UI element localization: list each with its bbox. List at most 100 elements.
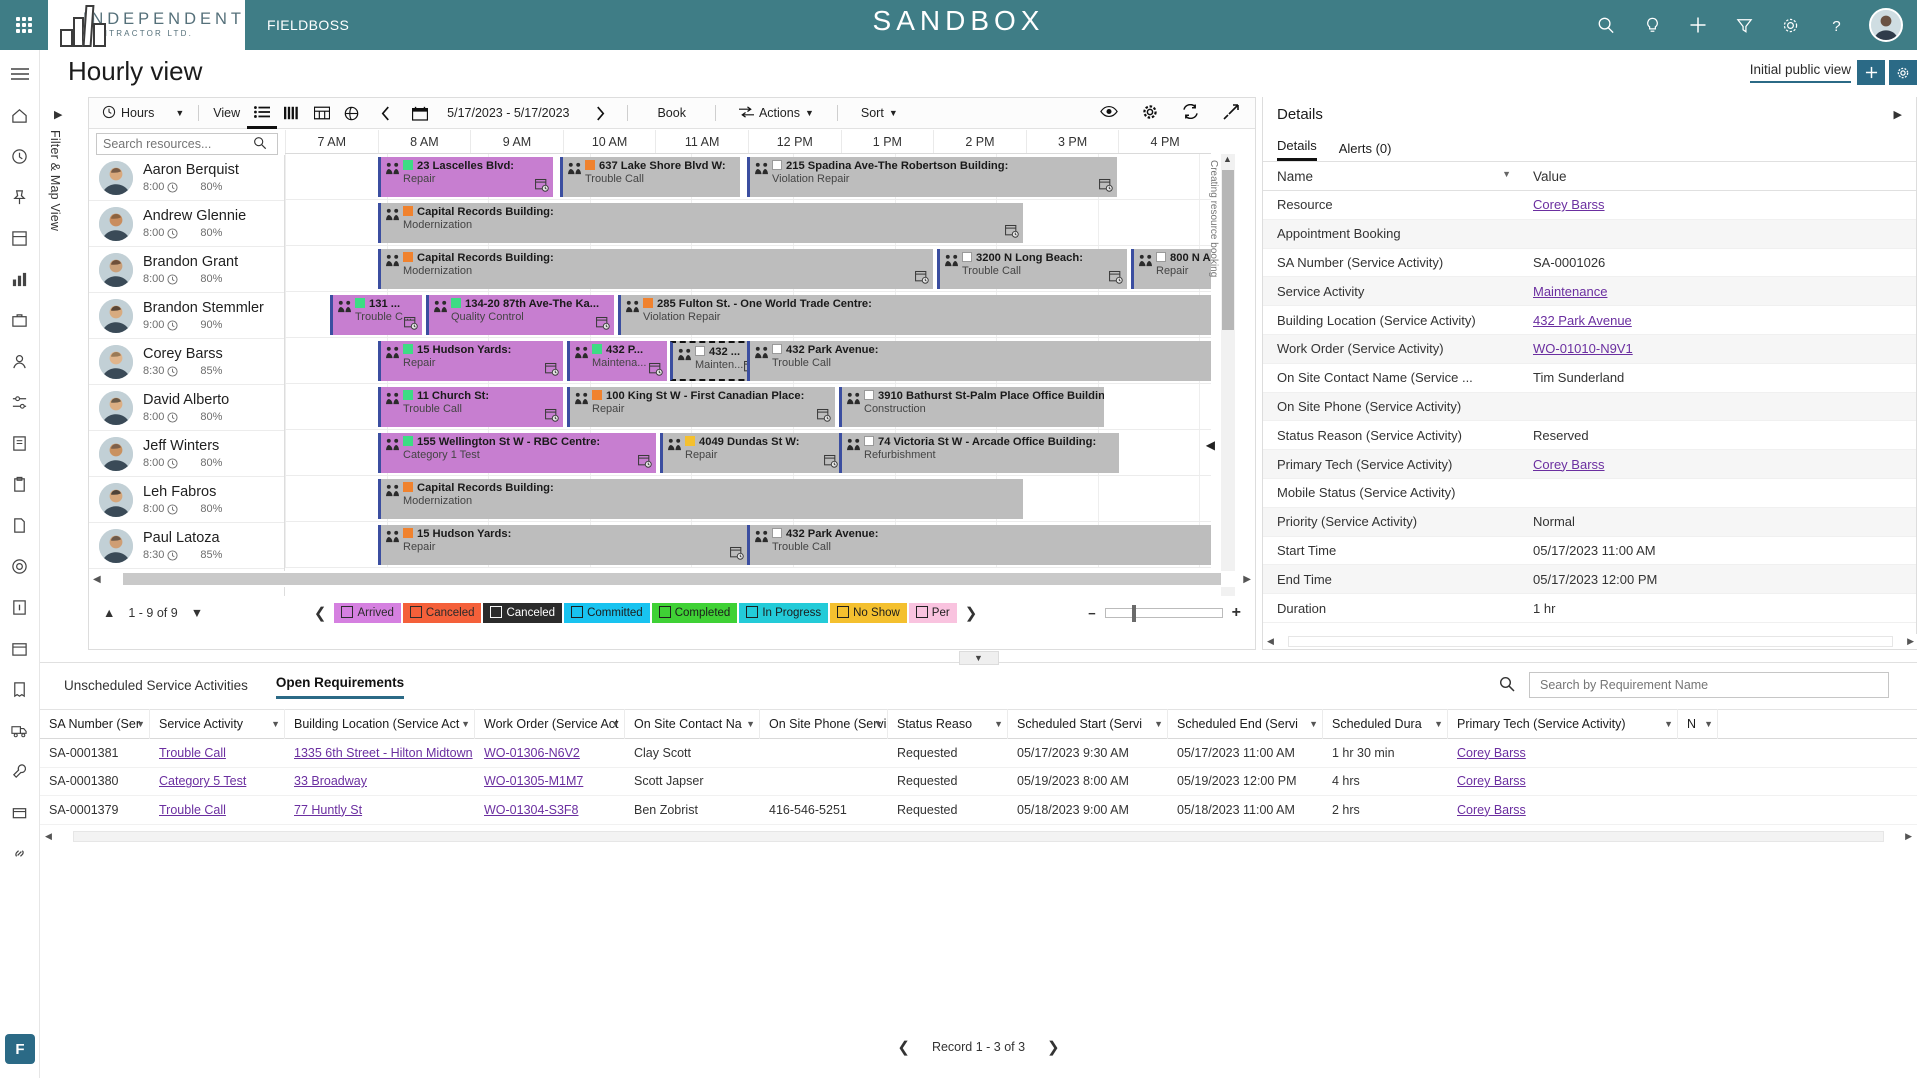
appointment-block[interactable]: 432 Park Avenue: Trouble Call [747,525,1211,565]
help-icon[interactable]: ? [1823,12,1849,38]
scroll-thumb[interactable] [1287,636,1894,647]
table-column-header[interactable]: SA Number (Ser ▼ [40,709,150,739]
zoom-control[interactable]: − + [1088,604,1241,622]
sort-dropdown[interactable]: Sort ▼ [845,98,914,129]
grid-vertical-scrollbar[interactable]: ▲ [1221,154,1235,596]
invoice-icon[interactable] [8,677,32,701]
truck-icon[interactable] [8,718,32,742]
appointment-block[interactable]: 134-20 87th Ave-The Ka... Quality Control [426,295,614,335]
chevron-down-icon[interactable]: ▼ [1434,719,1443,729]
table-cell[interactable]: WO-01305-M1M7 [475,774,625,788]
appointment-block[interactable]: 155 Wellington St W - RBC Centre: Categor… [378,433,656,473]
view-mode-grid[interactable] [307,98,337,129]
hamburger-icon[interactable] [8,62,32,86]
view-mode-list[interactable] [247,98,278,129]
chevron-down-icon[interactable]: ▼ [271,719,280,729]
chevron-right-icon[interactable]: ▶ [54,108,62,121]
schedule-grid[interactable]: 23 Lascelles Blvd: Repair 637 Lake Shore B… [285,154,1211,596]
actions-dropdown[interactable]: Actions ▼ [723,98,830,129]
details-field-value[interactable]: Corey Barss [1523,457,1605,472]
eye-icon[interactable] [1100,105,1118,121]
search-icon[interactable] [253,136,267,153]
chart-icon[interactable] [8,267,32,291]
appointment-block[interactable]: 637 Lake Shore Blvd W: Trouble Call [560,157,740,197]
scroll-up-icon[interactable]: ▲ [1223,154,1232,164]
details-field-value[interactable]: Maintenance [1523,284,1607,299]
details-field-value[interactable]: Corey Barss [1523,197,1605,212]
clipboard-icon[interactable] [8,472,32,496]
document-icon[interactable] [8,513,32,537]
appointment-block[interactable]: Capital Records Building: Modernization [378,479,1023,519]
appointment-block[interactable]: Capital Records Building: Modernization [378,203,1023,243]
chevron-down-icon[interactable]: ▼ [805,108,814,118]
page-up-icon[interactable]: ▲ [103,606,115,620]
requirement-search-input[interactable] [1540,678,1870,692]
requirement-search-box[interactable] [1529,672,1889,698]
appointment-block[interactable]: 800 N Alameda St. - Uni...Repair [1131,249,1211,289]
table-cell[interactable]: Trouble Call [150,746,285,760]
lifebuoy-icon[interactable] [8,554,32,578]
settings-sliders-icon[interactable] [8,390,32,414]
scroll-left-icon[interactable]: ◀ [40,831,57,842]
resource-row[interactable]: David Alberto 8:00 80% [89,385,284,431]
appointment-block[interactable]: 3200 N Long Beach: Trouble Call [937,249,1127,289]
appointment-block[interactable]: 432 Park Avenue: Trouble Call [747,341,1211,381]
resource-list[interactable]: Aaron Berquist 8:00 80% Andrew Glennie 8:00 8… [89,155,285,596]
view-mode-map[interactable] [337,98,366,129]
details-field-value[interactable]: WO-01010-N9V1 [1523,341,1633,356]
appointment-block[interactable]: 100 King St W - First Canadian Place: Rep… [567,387,835,427]
appointment-block[interactable]: 4049 Dundas St W: Repair [660,433,842,473]
table-cell[interactable]: Corey Barss [1448,774,1678,788]
table-cell[interactable]: WO-01304-S3F8 [475,803,625,817]
scroll-right-icon[interactable]: ▶ [1900,831,1917,842]
resource-row[interactable]: Aaron Berquist 8:00 80% [89,155,284,201]
resource-row[interactable]: Brandon Stemmler 9:00 90% [89,293,284,339]
table-cell[interactable]: Corey Barss [1448,746,1678,760]
date-range-label[interactable]: 5/17/2023 - 5/17/2023 [435,98,581,129]
new-view-button[interactable] [1857,60,1885,85]
zoom-slider-handle[interactable] [1131,605,1136,622]
user-initial-badge[interactable]: F [5,1034,35,1064]
expand-panel-icon[interactable]: ▶ [1894,108,1902,121]
zoom-in-icon[interactable]: + [1232,604,1241,622]
calendar-picker-button[interactable] [405,98,435,129]
details-field-value[interactable]: 432 Park Avenue [1523,313,1632,328]
briefcase-icon[interactable] [8,308,32,332]
filter-map-view-tab[interactable]: ▶ Filter & Map View [48,109,76,270]
view-selector[interactable]: Initial public view [1749,62,1851,83]
search-icon[interactable] [1499,676,1515,695]
appointment-block[interactable]: 15 Hudson Yards: Repair [378,341,563,381]
table-cell[interactable]: WO-01306-N6V2 [475,746,625,760]
resource-row[interactable]: Corey Barss 8:30 85% [89,339,284,385]
legend-item[interactable]: Arrived [334,603,401,623]
calendar-check-icon[interactable] [8,636,32,660]
resource-row[interactable]: Jeff Winters 8:00 80% [89,431,284,477]
chevron-down-icon[interactable]: ▼ [874,719,883,729]
lightbulb-icon[interactable] [1639,12,1665,38]
link-icon[interactable] [8,841,32,865]
bottom-tab[interactable]: Open Requirements [275,675,405,699]
chevron-down-icon[interactable]: ▼ [175,108,184,118]
table-cell[interactable]: Corey Barss [1448,803,1678,817]
view-settings-button[interactable] [1889,60,1917,85]
scroll-left-icon[interactable]: ◀ [1263,636,1274,647]
search-icon[interactable] [1593,12,1619,38]
table-column-header[interactable]: Work Order (Service Act ▼ [475,709,625,739]
zoom-slider[interactable] [1104,605,1223,622]
page-down-icon[interactable]: ▼ [191,606,203,620]
table-column-header[interactable]: On Site Contact Na ▼ [625,709,760,739]
table-row[interactable]: SA-0001380 Category 5 Test 33 Broadway WO-0… [40,768,1917,796]
legend-prev-icon[interactable]: ❮ [314,604,327,622]
recent-icon[interactable] [8,144,32,168]
table-column-header[interactable]: Scheduled Dura ▼ [1323,709,1448,739]
chevron-down-icon[interactable]: ▼ [136,719,145,729]
appointment-block[interactable]: 131 ... Trouble C... [330,295,422,335]
table-row[interactable]: SA-0001379 Trouble Call 77 Huntly St WO-013… [40,796,1917,825]
hours-dropdown[interactable]: Hours ▼ [95,98,191,129]
legend-item[interactable]: Canceled [402,603,482,623]
legend-next-icon[interactable]: ❯ [965,604,978,622]
table-column-header[interactable]: N ▼ [1678,709,1718,739]
book-button[interactable]: Book [635,98,708,129]
table-cell[interactable]: 33 Broadway [285,774,475,788]
table-cell[interactable]: 77 Huntly St [285,803,475,817]
